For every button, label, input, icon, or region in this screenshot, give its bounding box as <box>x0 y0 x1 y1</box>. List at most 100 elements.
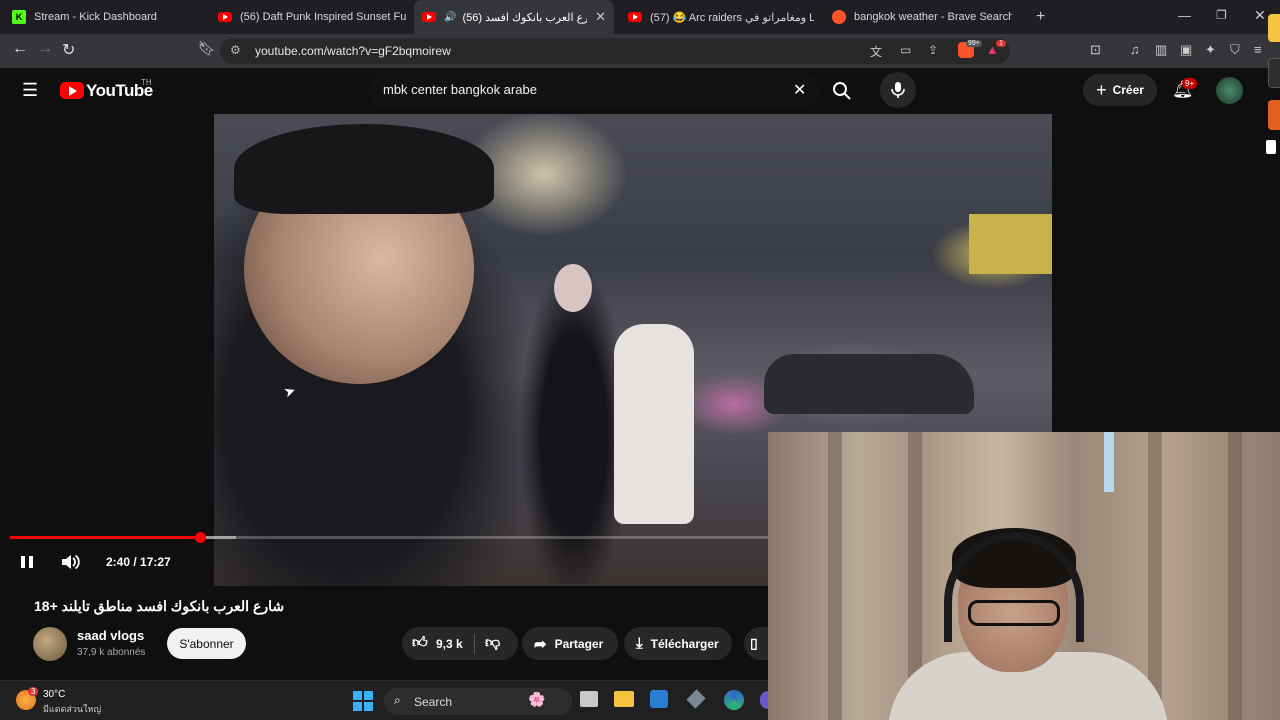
extension-icon[interactable] <box>1268 14 1280 42</box>
youtube-icon <box>628 10 642 24</box>
back-icon[interactable]: ← <box>12 40 28 58</box>
store-icon[interactable] <box>650 690 668 708</box>
tab-brave-search[interactable]: bangkok weather - Brave Search <box>832 0 1012 34</box>
volume-icon[interactable] <box>60 552 80 577</box>
new-tab-icon[interactable]: + <box>1036 8 1045 26</box>
restore-icon[interactable]: ❐ <box>1216 8 1227 22</box>
search-button[interactable] <box>824 73 860 109</box>
create-label: Créer <box>1112 83 1144 97</box>
video-scene-face <box>554 264 592 312</box>
plus-icon: + <box>1096 79 1107 100</box>
search-icon <box>833 82 851 100</box>
create-button[interactable]: + Créer <box>1083 74 1157 106</box>
task-view-icon[interactable] <box>580 691 598 707</box>
video-title: شارع العرب بانكوك افسد مناطق تايلند +18 <box>34 598 285 614</box>
notification-badge: 9+ <box>1182 78 1198 89</box>
menu-icon[interactable]: ≡ <box>1254 42 1262 57</box>
brave-icon <box>832 10 846 24</box>
address-bar[interactable]: ⚙ youtube.com/watch?v=gF2bqmoirew 文 ▭ ⇪ … <box>220 38 1010 64</box>
scrubber-handle[interactable] <box>195 532 206 543</box>
search-icon: ⌕ <box>394 693 401 707</box>
forward-icon[interactable]: → <box>37 40 53 58</box>
wallet-icon[interactable]: ▣ <box>1180 42 1192 58</box>
clear-search-icon[interactable]: ✕ <box>793 80 806 100</box>
search-input[interactable]: mbk center bangkok arabe ✕ <box>369 72 819 108</box>
temperature: 30°C <box>43 689 66 700</box>
microphone-icon <box>891 82 905 98</box>
tab-title: Stream - Kick Dashboard <box>34 11 157 23</box>
tab-title: (57) 😂 Arc raiders ومغامراتو في Loujey <box>650 11 814 24</box>
tab-daft-punk[interactable]: (56) Daft Punk Inspired Sunset Funk <box>218 0 406 34</box>
windows-start-icon[interactable] <box>353 691 373 716</box>
browser-tab-strip: K Stream - Kick Dashboard (56) Daft Punk… <box>0 0 1280 34</box>
url-text: youtube.com/watch?v=gF2bqmoirew <box>255 44 451 58</box>
youtube-icon <box>422 10 436 24</box>
save-button[interactable]: ▯ <box>744 627 768 660</box>
share-button[interactable]: ➦ Partager <box>522 627 618 660</box>
download-icon: ⤓ <box>636 635 643 652</box>
brave-badge: 99+ <box>966 40 982 47</box>
weather-badge: 3 <box>28 687 39 696</box>
divider <box>474 634 475 654</box>
extension-icon[interactable] <box>1268 58 1280 88</box>
pause-icon[interactable] <box>19 554 35 575</box>
speaker-icon: 🔊 <box>444 11 457 23</box>
youtube-header: ☰ YouTube TH mbk center bangkok arabe ✕ … <box>0 68 1280 114</box>
screenshot-icon[interactable]: ⊡ <box>1090 42 1101 58</box>
share-label: Partager <box>554 636 604 651</box>
share-icon[interactable]: ⇪ <box>928 43 938 57</box>
glasses-icon <box>968 600 1060 626</box>
vpn-icon[interactable]: ⛉ <box>1230 42 1240 58</box>
sidebar-extension-strip <box>1262 0 1280 160</box>
dislike-icon[interactable]: 👎︎ <box>485 634 500 652</box>
media-icon[interactable]: ♫ <box>1130 42 1140 57</box>
search-highlight-icon: 🌸 <box>528 691 546 707</box>
save-icon: ▯ <box>750 635 758 651</box>
tab-arab-street[interactable]: 🔊 (56) شارع العرب بانكوك افسد ✕ <box>414 0 614 34</box>
region-code: TH <box>141 78 152 87</box>
like-count[interactable]: 9,3 k <box>436 637 463 651</box>
cast-icon[interactable]: ▭ <box>900 43 911 57</box>
tab-kick-dashboard[interactable]: K Stream - Kick Dashboard <box>12 0 202 34</box>
account-avatar[interactable] <box>1216 77 1243 104</box>
sidebar-icon[interactable]: ▥ <box>1155 42 1167 58</box>
taskbar-search[interactable]: ⌕ Search 🌸 <box>384 688 572 715</box>
window-light <box>1104 432 1114 492</box>
like-icon[interactable]: 👍︎ <box>412 634 428 652</box>
site-info-icon[interactable]: ⚙ <box>230 43 241 57</box>
progress-played <box>10 536 200 539</box>
like-dislike-group: 👍︎ 9,3 k 👎︎ <box>402 627 518 660</box>
app-icon-partial[interactable] <box>760 691 768 709</box>
leo-ai-icon[interactable]: ✦ <box>1205 42 1216 58</box>
youtube-icon <box>218 10 232 24</box>
download-label: Télécharger <box>650 636 719 651</box>
channel-name[interactable]: saad vlogs <box>77 628 144 643</box>
subscriber-count: 37,9 k abonnés <box>77 647 146 658</box>
tab-title: bangkok weather - Brave Search <box>854 11 1012 23</box>
kick-icon: K <box>12 10 26 24</box>
tab-title: (56) شارع العرب بانكوك افسد <box>462 11 588 24</box>
youtube-logo-icon[interactable] <box>60 82 84 99</box>
video-scene-cap <box>234 124 494 214</box>
channel-avatar[interactable] <box>33 627 67 661</box>
scrollbar-thumb[interactable] <box>1266 140 1276 154</box>
app-icon[interactable] <box>686 689 706 709</box>
taskbar-search-label: Search <box>414 695 453 709</box>
edge-icon[interactable] <box>724 690 744 710</box>
video-scene-sign <box>969 214 1052 274</box>
hamburger-menu-icon[interactable]: ☰ <box>22 80 38 101</box>
translate-icon[interactable]: 文 <box>870 43 882 60</box>
minimize-icon[interactable]: — <box>1178 8 1191 23</box>
time-display: 2:40 / 17:27 <box>106 555 171 569</box>
close-tab-icon[interactable]: ✕ <box>595 9 606 25</box>
extension-icon[interactable] <box>1268 100 1280 130</box>
reload-icon[interactable]: ↻ <box>62 40 75 60</box>
bookmark-icon[interactable]: 🔖︎ <box>198 40 216 57</box>
tab-title: (56) Daft Punk Inspired Sunset Funk <box>240 11 406 23</box>
voice-search-button[interactable] <box>880 72 916 108</box>
video-scene-car <box>764 354 974 414</box>
subscribe-button[interactable]: S'abonner <box>167 628 246 659</box>
download-button[interactable]: ⤓ Télécharger <box>624 627 732 660</box>
file-explorer-icon[interactable] <box>614 691 634 707</box>
tab-arc-raiders[interactable]: (57) 😂 Arc raiders ومغامراتو في Loujey <box>628 0 814 34</box>
